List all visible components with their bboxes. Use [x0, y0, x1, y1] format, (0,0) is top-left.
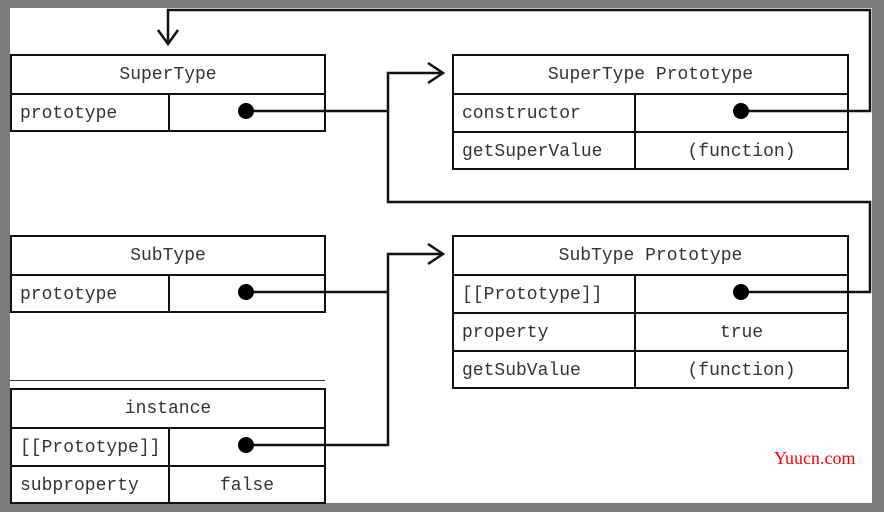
- connector-layer: [156, 8, 872, 453]
- connector-subtype-proto-chain: [386, 71, 872, 294]
- pointer-dot-icon: [238, 103, 254, 119]
- watermark: Yuucn.com: [774, 448, 856, 468]
- pointer-dot-icon: [238, 437, 254, 453]
- connector-instance-prototype: [246, 252, 443, 447]
- connector-constructor: [166, 8, 872, 113]
- pointer-dot-icon: [733, 103, 749, 119]
- pointer-dot-icon: [238, 284, 254, 300]
- pointer-dot-icon: [733, 284, 749, 300]
